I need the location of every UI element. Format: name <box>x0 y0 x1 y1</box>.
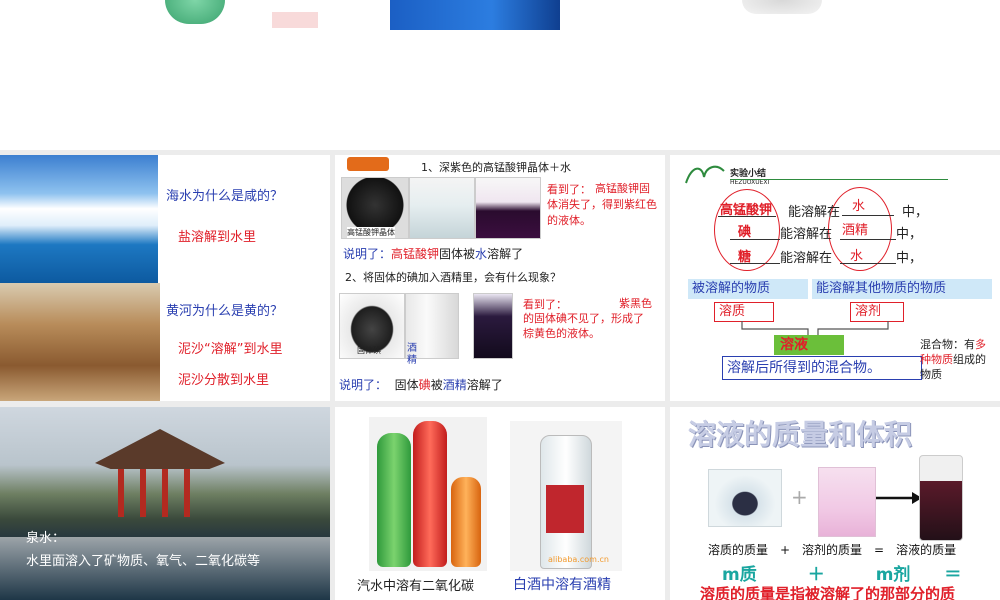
explanation2-c: 被 <box>430 378 443 392</box>
answer-sand-dissolves: 泥沙“溶解”到水里 <box>178 342 283 357</box>
solute-2: 碘 <box>738 225 752 240</box>
solvent-underline-1 <box>842 215 894 216</box>
bottle-image-fragment <box>165 0 225 24</box>
mass-title: 溶液的质量和体积 <box>688 418 913 451</box>
explanation1-solvent: 水 <box>475 247 488 261</box>
explanation1-label: 说明了： <box>343 247 392 261</box>
mass-formula-big: m质 ＋ m剂 ＝ <box>722 565 962 585</box>
beaker-water-photo <box>409 177 475 239</box>
explanation1-end: 溶解了 <box>487 247 524 261</box>
spring-label-text: 水里面溶入了矿物质、氧气、二氧化碳等 <box>26 554 261 569</box>
solution-definition: 溶解后所得到的混合物。 <box>722 356 922 380</box>
top-strip <box>0 0 1000 150</box>
explanation1-solute: 高锰酸钾 <box>391 247 440 261</box>
slide-logo-icon <box>347 157 389 171</box>
solution-definition-text: 溶解后所得到的混合物。 <box>727 360 881 376</box>
sea-photo <box>0 155 158 283</box>
liquor-caption: 白酒中溶有酒精 <box>513 577 611 593</box>
slide-solution-mass: 溶液的质量和体积 + 溶质的质量 + 溶剂的质量 = 溶液的质量 m质 ＋ m剂… <box>670 407 1000 600</box>
tail-3: 中， <box>896 251 923 266</box>
explanation2-a: 固体 <box>394 378 419 392</box>
orange-bottle <box>451 477 481 567</box>
slide-spring-water: 泉水： 水里面溶入了矿物质、氧气、二氧化碳等 <box>0 407 330 600</box>
soda-caption: 汽水中溶有二氧化碳 <box>357 579 475 594</box>
experiment1-title: 1、深紫色的高锰酸钾晶体＋水 <box>421 161 571 174</box>
red-bottle <box>413 421 447 567</box>
summary-title: 实验小结 <box>730 169 767 179</box>
water-beaker-photo <box>818 467 876 537</box>
explanation2-solvent: 酒精 <box>442 378 467 392</box>
alcohol-label: 酒精 <box>407 343 417 366</box>
tail-2: 中， <box>896 227 923 242</box>
bowl-image-fragment <box>742 0 822 14</box>
liquor-bottle-photo: alibaba.com.cn <box>510 421 622 571</box>
solute-underline-3 <box>730 263 780 264</box>
mass-formula: 溶质的质量 + 溶剂的质量 = 溶液的质量 <box>708 543 957 557</box>
mixture-note-a: 混合物：有 <box>920 338 975 351</box>
explanation2-solute: 碘 <box>418 378 431 392</box>
solvent-underline-3 <box>840 263 896 264</box>
header-line <box>730 179 948 180</box>
question-yellow-river: 黄河为什么是黄的？ <box>166 304 284 319</box>
logo-fragment <box>272 12 318 28</box>
liquor-label <box>546 485 584 533</box>
dissolving-substance-box: 能溶解其他物质的物质 <box>812 279 992 299</box>
test-tube-iodine-photo <box>473 293 513 359</box>
spring-label-title: 泉水： <box>26 531 66 546</box>
dissolved-substance-box: 被溶解的物质 <box>688 279 808 299</box>
green-bottle <box>377 433 411 567</box>
solute-underline-1 <box>718 216 776 217</box>
solvent-2: 酒精 <box>842 223 869 238</box>
answer-salt-dissolves: 盐溶解到水里 <box>178 230 257 245</box>
crystals-dish-photo <box>708 469 782 527</box>
summary-subtitle: HEZUOXUEXI <box>730 179 770 186</box>
plus-sign: + <box>791 485 808 509</box>
explanation2-label: 说明了： <box>339 378 388 392</box>
solvent-3: 水 <box>850 249 864 264</box>
header-swirl-icon <box>685 165 725 184</box>
tail-1: 中， <box>902 205 929 220</box>
solvent-1: 水 <box>852 199 866 214</box>
slide-summary: 实验小结 HEZUOXUEXI 高锰酸钾 碘 糖 能溶解在 能溶解在 能溶解在 … <box>670 155 1000 401</box>
mass-bottom-note: 溶质的质量是指被溶解了的那部分的质 <box>700 585 956 600</box>
experiment2-title: 2、将固体的碘加入酒精里，会有什么现象？ <box>345 271 561 284</box>
pavilion-columns <box>118 469 202 517</box>
arrow-icon <box>876 492 922 504</box>
explanation1-mid: 固体被 <box>439 247 476 261</box>
question-salty-sea: 海水为什么是咸的？ <box>166 189 284 204</box>
solution-box: 溶液 <box>774 335 844 355</box>
observation1-text: 高锰酸钾固体消失了，得到紫红色的液体。 <box>547 182 657 227</box>
explanation2-end: 溶解了 <box>466 378 503 392</box>
slide-sea-river: 海水为什么是咸的？ 盐溶解到水里 黄河为什么是黄的？ 泥沙“溶解”到水里 泥沙分… <box>0 155 330 401</box>
observation2-text: 紫黑色的固体碘不见了，形成了棕黄色的液体。 <box>523 297 652 340</box>
can-dissolve-2: 能溶解在 <box>780 227 833 242</box>
explanation1: 说明了：高锰酸钾固体被水溶解了 <box>343 245 523 262</box>
waterfall-photo <box>0 283 160 401</box>
drink-image-fragment <box>390 0 560 30</box>
iodine-photo-caption: 固体碘 <box>357 346 381 355</box>
solution-bottle-photo <box>919 455 963 541</box>
slide-soda-liquor: alibaba.com.cn 汽水中溶有二氧化碳 白酒中溶有酒精 <box>335 407 665 600</box>
crystal-photo-caption: 高锰酸钾晶体 <box>347 227 395 238</box>
can-dissolve-1: 能溶解在 <box>788 205 841 220</box>
mixture-note: 混合物：有多种物质组成的物质 <box>920 337 992 382</box>
answer-sand-disperses: 泥沙分散到水里 <box>178 373 270 388</box>
can-dissolve-3: 能溶解在 <box>780 251 833 266</box>
solvent-underline-2 <box>840 239 896 240</box>
solute-underline-2 <box>730 239 780 240</box>
liquor-watermark: alibaba.com.cn <box>548 555 609 564</box>
slide-experiments: 1、深紫色的高锰酸钾晶体＋水 高锰酸钾晶体 看到了： 高锰酸钾固体消失了，得到紫… <box>335 155 665 401</box>
explanation2: 说明了： 固体碘被酒精溶解了 <box>339 376 503 393</box>
soda-bottles-photo <box>369 417 487 571</box>
beaker-purple-photo <box>475 177 541 239</box>
